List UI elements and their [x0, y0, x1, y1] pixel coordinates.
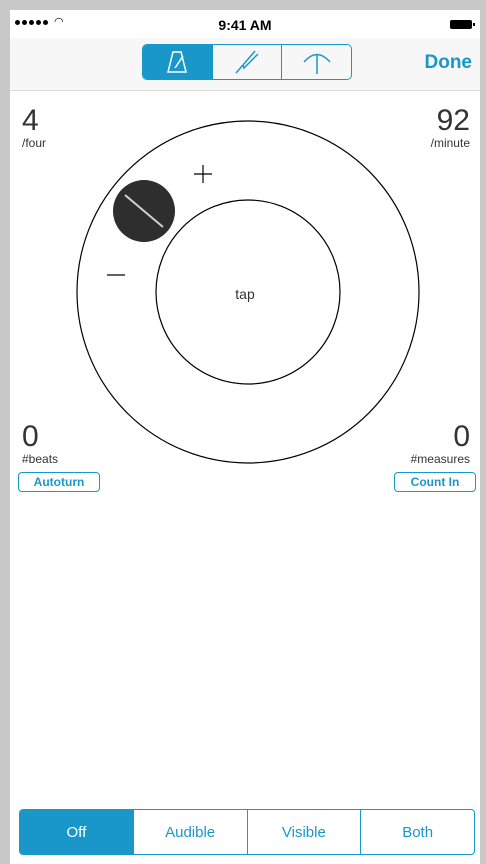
- tuner-tab[interactable]: [211, 45, 282, 79]
- metronome-screen: ◠ 9:41 AM Done 4 /four 92 /minute tap 0 …: [10, 10, 480, 864]
- time-signature-unit: /four: [22, 136, 47, 150]
- status-bar: ◠ 9:41 AM: [10, 10, 480, 38]
- tempo-unit: /minute: [430, 136, 470, 150]
- beats-unit: #beats: [22, 452, 59, 466]
- beats-value: 0: [22, 420, 39, 453]
- mode-audible[interactable]: Audible: [132, 810, 247, 854]
- beats-counter: 0 #beats: [22, 420, 59, 467]
- metronome-tab[interactable]: [143, 45, 212, 79]
- tempo[interactable]: 92 /minute: [430, 104, 470, 151]
- fermata-tab[interactable]: [281, 45, 351, 79]
- tempo-value: 92: [436, 104, 470, 137]
- metronome-icon: [167, 51, 188, 73]
- battery-icon: [450, 20, 475, 29]
- count-in-button[interactable]: Count In: [394, 472, 476, 492]
- measures-unit: #measures: [410, 452, 470, 466]
- fermata-icon: [303, 53, 331, 74]
- measures-counter: 0 #measures: [410, 420, 470, 467]
- tuning-fork-icon: [235, 50, 259, 74]
- mode-off[interactable]: Off: [20, 810, 133, 854]
- plus-icon[interactable]: [194, 165, 212, 183]
- mode-visible[interactable]: Visible: [246, 810, 361, 854]
- time-signature[interactable]: 4 /four: [22, 104, 47, 151]
- measures-value: 0: [453, 420, 470, 453]
- done-button[interactable]: Done: [425, 52, 473, 74]
- tool-segmented-control: [142, 44, 352, 80]
- autoturn-button[interactable]: Autoturn: [18, 472, 100, 492]
- tap-label: tap: [235, 286, 255, 302]
- time-signature-value: 4: [22, 104, 39, 137]
- tempo-knob-icon[interactable]: [113, 180, 175, 242]
- navigation-bar: Done: [10, 38, 480, 91]
- mode-segmented-control: Off Audible Visible Both: [19, 809, 475, 855]
- mode-both[interactable]: Both: [360, 810, 474, 854]
- status-time: 9:41 AM: [218, 17, 272, 33]
